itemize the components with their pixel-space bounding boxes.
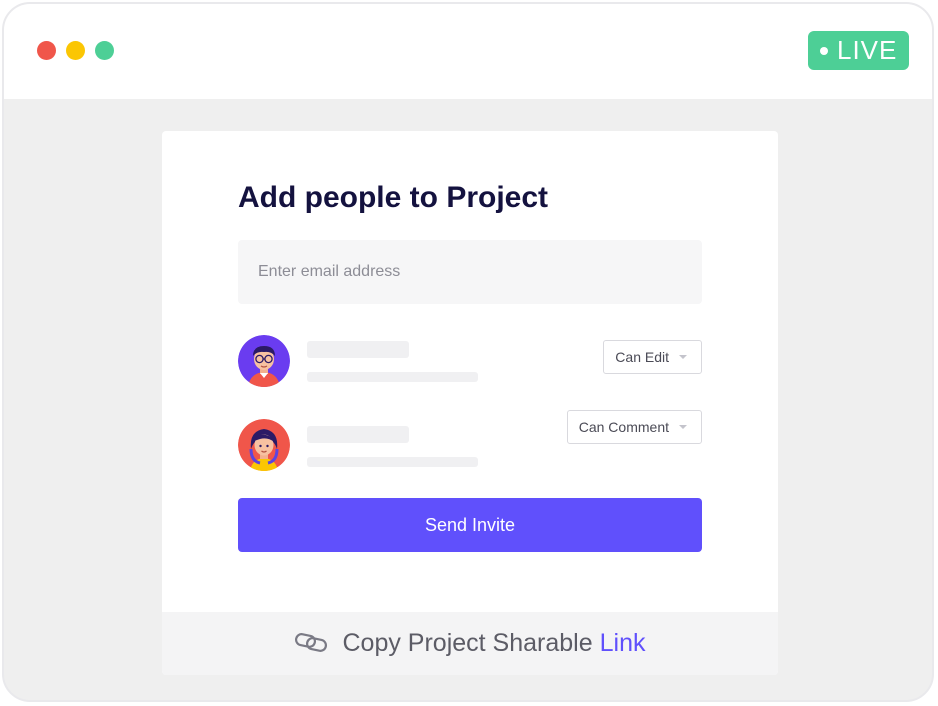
app-window: LIVE Add people to Project Enter email a… <box>2 2 934 702</box>
chevron-down-icon <box>679 425 687 429</box>
add-people-dialog: Add people to Project Enter email addres… <box>162 131 778 675</box>
title-bar: LIVE <box>4 4 932 99</box>
member-name-placeholder <box>307 426 409 443</box>
link-icon[interactable] <box>294 631 328 658</box>
role-dropdown-label: Can Edit <box>615 349 669 365</box>
maximize-window-button[interactable] <box>95 41 114 60</box>
role-dropdown[interactable]: Can Comment <box>566 410 702 444</box>
copy-link-text: Copy Project Sharable <box>342 629 593 657</box>
member-email-placeholder <box>307 372 478 382</box>
man-with-glasses-avatar <box>238 335 290 387</box>
chevron-down-icon <box>679 355 687 359</box>
email-input[interactable] <box>238 240 702 304</box>
live-badge-label: LIVE <box>837 35 898 65</box>
role-dropdown-label: Can Comment <box>578 419 669 435</box>
member-email-placeholder <box>307 457 478 467</box>
member-row: Can Edit <box>238 335 702 395</box>
share-link-footer: Copy Project Sharable Link <box>162 612 778 675</box>
minimize-window-button[interactable] <box>66 41 85 60</box>
member-name-placeholder <box>307 341 409 358</box>
live-badge: LIVE <box>808 31 909 70</box>
woman-with-headphones-avatar <box>238 419 290 471</box>
role-dropdown[interactable]: Can Edit <box>603 340 702 374</box>
send-invite-button[interactable]: Send Invite <box>238 498 702 552</box>
member-row: Can Comment <box>238 410 702 479</box>
dialog-title: Add people to Project <box>238 181 549 214</box>
live-indicator-dot-icon <box>820 46 828 55</box>
close-window-button[interactable] <box>37 41 56 60</box>
copy-link-button[interactable]: Link <box>600 629 646 658</box>
